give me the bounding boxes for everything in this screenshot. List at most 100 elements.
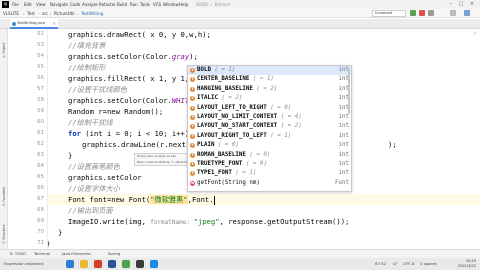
taskbar-word-icon[interactable] bbox=[108, 260, 116, 268]
taskbar-folder-icon[interactable] bbox=[80, 260, 88, 268]
parameter-info-tooltip: String name, int style, int size Map<? e… bbox=[134, 153, 188, 166]
left-tool-strip: 1: Project 2: Favorites 7: Structure bbox=[0, 29, 8, 249]
code-comment: //设置画笔颜色 bbox=[68, 162, 120, 171]
menu-edit[interactable]: Edit bbox=[24, 0, 32, 9]
code-line: for (int i = 0; i < 10; i++) { bbox=[68, 129, 198, 138]
editor-scroll-markers[interactable]: ✓ bbox=[470, 29, 480, 249]
status-message: Expression expected bbox=[4, 261, 44, 266]
tab-testwriting[interactable]: TestWriting.java × bbox=[10, 19, 58, 29]
current-code-line: Font font=new Font("微软雅黑",Font. bbox=[48, 194, 480, 205]
completion-item[interactable]: f LAYOUT_NO_START_CONTEXT ( = 2) int bbox=[188, 122, 351, 131]
breadcrumb-separator-icon: › bbox=[23, 11, 25, 16]
run-configuration-select[interactable]: Unnamed bbox=[372, 10, 406, 17]
breadcrumb-project[interactable]: VLSLITE bbox=[3, 9, 19, 18]
line-number: 55 bbox=[37, 64, 44, 70]
code-line: graphics.drawLine(r.nextInt); bbox=[82, 140, 397, 149]
completion-item[interactable]: f CENTER_BASELINE ( = 1) int bbox=[188, 75, 351, 84]
completion-item[interactable]: f ROMAN_BASELINE ( = 0) int bbox=[188, 151, 351, 160]
line-number: 68 bbox=[37, 207, 44, 213]
popup-scrollbar[interactable] bbox=[348, 68, 350, 114]
completion-item[interactable]: f TRUETYPE_FONT ( = 0) int bbox=[188, 160, 351, 169]
close-window-icon[interactable]: × bbox=[467, 0, 477, 9]
completion-item[interactable]: f PLAIN ( = 0) int bbox=[188, 141, 351, 150]
parameter-hint: formatName: bbox=[150, 219, 194, 226]
tab-label: TestWriting.java bbox=[17, 21, 45, 25]
menu-run[interactable]: Run bbox=[130, 0, 138, 9]
menu-vcs[interactable]: VCS bbox=[153, 0, 161, 9]
indent-setting[interactable]: 4 spaces bbox=[420, 258, 437, 270]
taskbar-intellij-icon[interactable] bbox=[136, 260, 144, 268]
taskbar-qq-icon[interactable] bbox=[150, 260, 158, 268]
terminal-tool-button[interactable]: Terminal bbox=[34, 250, 50, 258]
breadcrumb-src[interactable]: src bbox=[42, 9, 48, 18]
maximize-icon[interactable]: □ bbox=[456, 0, 466, 9]
file-encoding[interactable]: UTF-8 bbox=[403, 258, 414, 270]
search-everywhere-icon[interactable] bbox=[464, 10, 470, 16]
completion-item[interactable]: f LAYOUT_LEFT_TO_RIGHT ( = 0) int bbox=[188, 104, 351, 113]
menu-help[interactable]: Help bbox=[179, 0, 188, 9]
code-comment: //输出到页面 bbox=[68, 206, 113, 215]
menu-window[interactable]: Window bbox=[163, 0, 179, 9]
taskbar-browser-icon[interactable] bbox=[94, 260, 102, 268]
line-number: 71 bbox=[37, 240, 44, 246]
taskbar-wechat-icon[interactable] bbox=[122, 260, 130, 268]
completion-item[interactable]: f ITALIC ( = 2) int bbox=[188, 94, 351, 103]
field-icon: f bbox=[190, 77, 195, 83]
completion-item[interactable]: m getFont(String nm) Font bbox=[188, 179, 351, 188]
line-number: 53 bbox=[37, 42, 44, 48]
completion-item[interactable]: f LAYOUT_NO_LIMIT_CONTEXT ( = 4) int bbox=[188, 113, 351, 122]
favorites-tool-button[interactable]: 2: Favorites bbox=[1, 179, 7, 213]
taskbar-app-icon[interactable] bbox=[66, 260, 74, 268]
debug-icon[interactable] bbox=[419, 10, 425, 16]
line-number: 67 bbox=[37, 196, 44, 202]
completion-item[interactable]: f HANGING_BASELINE ( = 2) int bbox=[188, 85, 351, 94]
breadcrumb-module[interactable]: Test bbox=[27, 9, 35, 18]
line-number: 65 bbox=[37, 174, 44, 180]
line-number: 61 bbox=[37, 130, 44, 136]
breadcrumb-class[interactable]: TestWriting bbox=[81, 9, 103, 18]
menu-tools[interactable]: Tools bbox=[140, 0, 150, 9]
java-class-icon bbox=[12, 22, 16, 26]
navigation-bar: VLSLITE › Test › src › PictureUtil › Tes… bbox=[0, 9, 480, 18]
menu-navigate[interactable]: Navigate bbox=[50, 0, 68, 9]
close-tab-icon[interactable]: × bbox=[53, 19, 56, 28]
menu-view[interactable]: View bbox=[36, 0, 46, 9]
menu-analyze[interactable]: Analyze bbox=[82, 0, 98, 9]
field-icon: f bbox=[190, 171, 195, 177]
breadcrumb-separator-icon: › bbox=[38, 11, 40, 16]
line-number: 59 bbox=[37, 108, 44, 114]
field-icon: f bbox=[190, 68, 195, 73]
completion-item[interactable]: f BOLD ( = 1) int bbox=[188, 66, 351, 76]
system-clock: 10:19 2021/3/22 bbox=[458, 259, 476, 268]
spring-tool-button[interactable]: Spring bbox=[108, 250, 120, 258]
line-separator[interactable]: LF bbox=[393, 258, 397, 270]
completion-item[interactable]: f LAYOUT_RIGHT_TO_LEFT ( = 1) int bbox=[188, 132, 351, 141]
structure-tool-button[interactable]: 7: Structure bbox=[1, 217, 7, 251]
run-icon[interactable] bbox=[410, 10, 416, 16]
window-title: 92BSY ⌐ Ethmoir bbox=[196, 2, 231, 7]
code-comment: //设置干扰线颜色 bbox=[68, 85, 127, 94]
code-line: graphics.setColor bbox=[68, 173, 142, 182]
project-structure-icon[interactable] bbox=[450, 10, 456, 16]
line-number: 58 bbox=[37, 97, 44, 103]
code-completion-popup[interactable]: f BOLD ( = 1) int f CENTER_BASELINE ( = 1) i… bbox=[187, 65, 352, 192]
menu-file[interactable]: File bbox=[12, 0, 19, 9]
todo-tool-button[interactable]: 6: TODO bbox=[10, 250, 26, 258]
caret-position[interactable]: 67:52 bbox=[375, 258, 386, 270]
field-icon: f bbox=[190, 162, 195, 167]
code-line: } bbox=[58, 228, 63, 237]
line-number: 64 bbox=[37, 163, 44, 169]
java-enterprise-tool-button[interactable]: Java Enterprise bbox=[62, 250, 91, 258]
line-number: 52 bbox=[37, 31, 44, 37]
code-comment: //绘制干扰线 bbox=[68, 118, 113, 127]
menu-code[interactable]: Code bbox=[70, 0, 80, 9]
minimize-icon[interactable]: – bbox=[446, 0, 456, 9]
project-tool-button[interactable]: 1: Project bbox=[1, 33, 7, 67]
menu-refactor[interactable]: Refactor bbox=[99, 0, 116, 9]
completion-item[interactable]: f TYPE1_FONT ( = 1) int bbox=[188, 169, 351, 178]
line-number: 62 bbox=[37, 141, 44, 147]
coverage-icon[interactable] bbox=[428, 10, 434, 16]
menu-build[interactable]: Build bbox=[117, 0, 127, 9]
line-number: 54 bbox=[37, 53, 44, 59]
breadcrumb-package[interactable]: PictureUtil bbox=[54, 9, 74, 18]
